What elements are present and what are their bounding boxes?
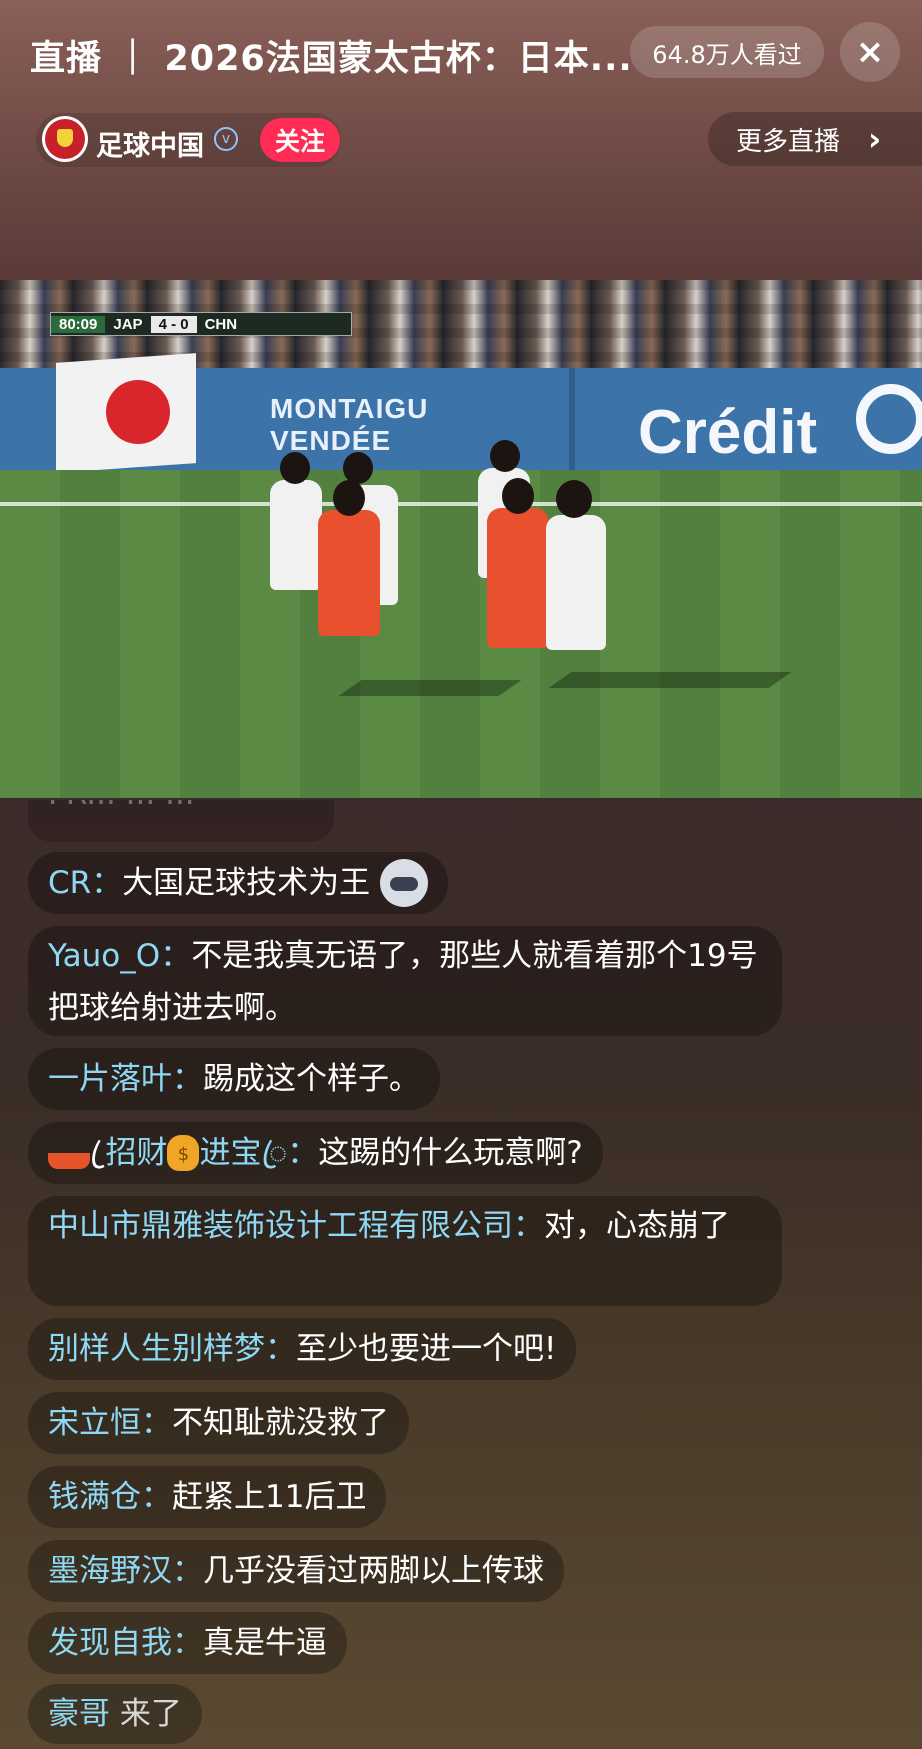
- chevron-right-icon: ›: [868, 120, 882, 158]
- follow-button[interactable]: 关注: [260, 118, 340, 162]
- chat-username[interactable]: 钱满仓: [48, 1479, 141, 1515]
- player-china: [318, 510, 380, 636]
- money-bag-emoji-icon: $: [167, 1134, 200, 1171]
- chat-username-2[interactable]: 进宝ꦿ: [199, 1135, 287, 1171]
- chat-text: 这踢的什么玩意啊?: [318, 1135, 583, 1171]
- chat-message[interactable]: 宋立恒：不知耻就没救了: [28, 1392, 409, 1454]
- bank-logo-icon: [856, 384, 922, 454]
- chat-text: 几乎没看过两脚以上传球: [203, 1553, 544, 1589]
- player-japan: [270, 480, 322, 590]
- home-team: JAP: [113, 315, 143, 333]
- boat-emoji-icon: [48, 1152, 90, 1169]
- chat-text: 真是牛逼: [203, 1625, 327, 1661]
- chat-text: 不知耻就没救了: [172, 1405, 389, 1441]
- wolf-emoji-icon: [380, 858, 429, 907]
- chat-message[interactable]: 发现自我：真是牛逼: [28, 1612, 347, 1674]
- board-text-line-1: MONTAIGU: [270, 393, 429, 424]
- chat-message-faded: FR... ... ...: [28, 800, 334, 842]
- board-separator: [569, 368, 575, 470]
- scoreboard-overlay: 80:09 JAP 4 - 0 CHN: [50, 312, 352, 336]
- player-head: [280, 452, 310, 484]
- chat-message[interactable]: 中山市鼎雅装饰设计工程有限公司：对，心态崩了: [28, 1196, 782, 1306]
- chat-text: 踢成这个样子。: [203, 1061, 420, 1097]
- player-shadow: [338, 680, 522, 696]
- chat-colon: ：: [160, 938, 192, 974]
- player-head: [333, 480, 365, 516]
- japan-flag-sun: [106, 380, 170, 444]
- player-head: [490, 440, 520, 472]
- chat-username[interactable]: 豪哥: [48, 1696, 110, 1732]
- live-title: 直播 ｜ 2026法国蒙太古杯：日本...: [30, 39, 630, 79]
- channel-name[interactable]: 足球中国: [96, 124, 204, 163]
- chat-username[interactable]: 中山市鼎雅装饰设计工程有限公司: [48, 1208, 513, 1244]
- chat-username[interactable]: 墨海野汉: [48, 1553, 172, 1589]
- chat-username[interactable]: 发现自我: [48, 1625, 172, 1661]
- chat-colon: ：: [141, 1479, 172, 1515]
- football-pitch: [0, 470, 922, 798]
- channel-info[interactable]: 足球中国 v 关注: [36, 113, 341, 167]
- chat-colon: ：: [91, 865, 123, 901]
- player-china: [487, 508, 549, 648]
- chat-username[interactable]: CR: [48, 865, 91, 901]
- more-live-label: 更多直播: [736, 126, 841, 157]
- chinese-football-emblem-icon: [45, 119, 85, 159]
- avatar[interactable]: [42, 116, 88, 162]
- player-head: [556, 480, 592, 518]
- chat-text: 对，心态崩了: [544, 1208, 730, 1244]
- live-video-player[interactable]: MONTAIGU VENDÉE Crédit 80:09 JAP 4 - 0 C…: [0, 280, 922, 798]
- chat-message[interactable]: 一片落叶：踢成这个样子。: [28, 1048, 440, 1110]
- player-head: [502, 478, 534, 514]
- chat-username[interactable]: 别样人生别样梦: [48, 1331, 265, 1367]
- chat-text: 来了: [119, 1696, 182, 1732]
- chat-colon: ：: [287, 1135, 319, 1171]
- chat-colon: ：: [172, 1553, 203, 1589]
- chat-faded-text: FR... ... ...: [48, 800, 195, 812]
- chat-text: 至少也要进一个吧!: [296, 1331, 557, 1367]
- chat-colon: ：: [172, 1061, 203, 1097]
- chat-username[interactable]: 一片落叶: [48, 1061, 172, 1097]
- chat-message[interactable]: 别样人生别样梦：至少也要进一个吧!: [28, 1318, 577, 1380]
- close-icon[interactable]: ×: [840, 22, 900, 82]
- more-live-button[interactable]: 更多直播 ›: [708, 112, 922, 166]
- match-score: 4 - 0: [150, 315, 197, 333]
- chat-colon: ：: [141, 1405, 172, 1441]
- chat-message-entry[interactable]: 豪哥 来了: [28, 1684, 202, 1744]
- verified-badge-icon: v: [214, 127, 238, 151]
- board-text-montaigu: MONTAIGU VENDÉE: [270, 393, 428, 457]
- board-text-credit: Crédit: [638, 398, 818, 467]
- match-time: 80:09: [51, 315, 106, 333]
- chat-username[interactable]: Yauo_O: [48, 938, 160, 974]
- chat-username[interactable]: 宋立恒: [48, 1405, 141, 1441]
- chat-colon: ：: [265, 1331, 296, 1367]
- chat-message[interactable]: ꦿ招财 $ 进宝ꦿ：这踢的什么玩意啊?: [28, 1122, 603, 1184]
- player-japan: [546, 515, 606, 650]
- player-shadow: [548, 672, 792, 688]
- chat-colon: ：: [513, 1208, 544, 1244]
- away-team: CHN: [204, 315, 238, 333]
- chat-username[interactable]: ꦿ招财: [105, 1135, 167, 1171]
- chat-colon: ：: [172, 1625, 203, 1661]
- chat-message[interactable]: CR：大国足球技术为王: [28, 852, 449, 914]
- chat-message[interactable]: 钱满仓：赶紧上11后卫: [28, 1466, 387, 1528]
- top-bar: 直播 ｜ 2026法国蒙太古杯：日本... 64.8万人看过 ×: [0, 0, 922, 105]
- chat-text: 赶紧上11后卫: [172, 1479, 367, 1515]
- chat-message[interactable]: 墨海野汉：几乎没看过两脚以上传球: [28, 1540, 564, 1602]
- pitch-line: [0, 502, 922, 506]
- chat-text: 大国足球技术为王: [122, 865, 371, 901]
- viewer-count-badge[interactable]: 64.8万人看过: [630, 26, 824, 78]
- chat-message[interactable]: Yauo_O：不是我真无语了，那些人就看着那个19号把球给射进去啊。: [28, 926, 782, 1036]
